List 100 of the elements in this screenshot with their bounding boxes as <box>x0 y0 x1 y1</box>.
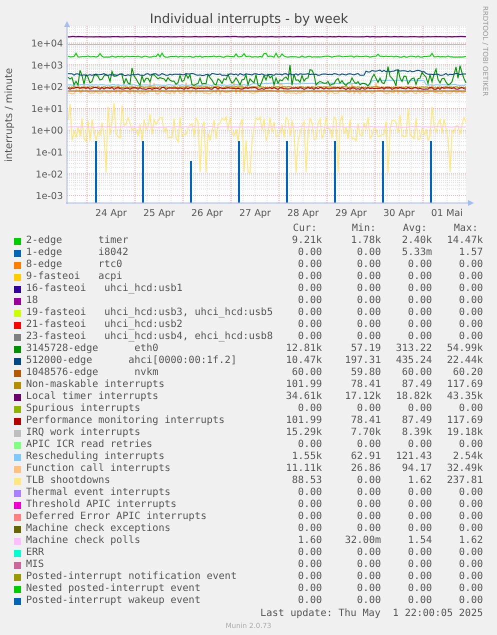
avg-value: 87.49 <box>400 415 432 427</box>
min-value: 0.00 <box>356 271 381 283</box>
cur-value: 0.00 <box>296 583 322 595</box>
cur-value: 0.00 <box>296 571 322 583</box>
series-name: Machine check exceptions <box>26 523 172 535</box>
tick-label: 1e+00 <box>31 126 63 137</box>
series-name: 3145728-edge eth0 <box>26 343 160 355</box>
min-value: 0.00 <box>356 439 381 451</box>
max-value: 0.00 <box>458 307 483 319</box>
cur-value: 0.00 <box>296 595 322 607</box>
min-value: 1.78k <box>350 235 381 247</box>
cur-value: 34.61k <box>284 391 322 403</box>
series-name: 23-fasteoi uhci_hcd:usb4, ehci_hcd:usb8 <box>26 331 274 343</box>
max-value: 0.00 <box>458 511 483 523</box>
cur-value: 0.00 <box>296 487 322 499</box>
min-value: 0.00 <box>356 295 381 307</box>
avg-value: 0.00 <box>406 499 432 511</box>
min-value: 17.12k <box>344 391 381 403</box>
min-value: 62.91 <box>350 451 381 463</box>
series-name: Posted-interrupt wakeup event <box>26 595 202 607</box>
series-name: Local timer interrupts <box>26 391 160 403</box>
min-value: 197.31 <box>344 355 381 367</box>
tick-label: 1e+01 <box>31 104 63 115</box>
series-name: Spurious interrupts <box>26 403 142 415</box>
max-value: 54.99k <box>446 343 483 355</box>
avg-value: 0.00 <box>406 295 432 307</box>
cur-value: 1.60 <box>296 535 322 547</box>
min-value: 0.00 <box>356 283 381 295</box>
cur-value: 0.00 <box>296 547 322 559</box>
cur-value: 88.53 <box>290 475 322 487</box>
axis-label: interrupts / minute <box>4 68 15 162</box>
max-value: 0.00 <box>458 523 483 535</box>
cur-value: 0.00 <box>296 511 322 523</box>
column-header: Avg: <box>402 223 428 235</box>
cur-value: 0.00 <box>296 403 322 415</box>
cur-value: 0.00 <box>296 259 322 271</box>
cur-value: 0.00 <box>296 319 322 331</box>
series-name: TLB shootdowns <box>26 475 112 487</box>
series-name: 1-edge i8042 <box>26 247 130 259</box>
cur-value: 15.29k <box>284 427 322 439</box>
avg-value: 2.40k <box>400 235 432 247</box>
series-name: Thermal event interrupts <box>26 487 172 499</box>
max-value: 0.00 <box>458 295 483 307</box>
max-value: 237.81 <box>446 475 483 487</box>
tick-label: 1e-02 <box>36 169 63 180</box>
max-value: 1.62 <box>458 535 483 547</box>
max-value: 0.00 <box>458 487 483 499</box>
tick-label: 25 Apr <box>143 208 175 219</box>
min-value: 7.70k <box>350 427 381 439</box>
series-name: 16-fasteoi uhci_hcd:usb1 <box>26 283 184 295</box>
series-name: IRQ work interrupts <box>26 427 142 439</box>
avg-value: 0.00 <box>406 331 432 343</box>
max-value: 32.49k <box>446 463 483 475</box>
max-value: 0.00 <box>458 319 483 331</box>
tick-label: 27 Apr <box>239 208 271 219</box>
tick-label: 1e-01 <box>36 148 63 158</box>
tick-label: 30 Apr <box>383 208 415 219</box>
cur-value: 0.00 <box>296 283 322 295</box>
series-name: Performance monitoring interrupts <box>26 415 226 427</box>
max-value: 0.00 <box>458 331 483 343</box>
avg-value: 94.17 <box>400 463 432 475</box>
min-value: 0.00 <box>356 547 381 559</box>
min-value: 0.00 <box>356 583 381 595</box>
min-value: 0.00 <box>356 595 381 607</box>
min-value: 0.00 <box>356 475 381 487</box>
series-name: Non-maskable interrupts <box>26 379 166 391</box>
avg-value: 0.00 <box>406 259 432 271</box>
column-header: Cur: <box>292 223 318 235</box>
series-name: Machine check polls <box>26 535 142 547</box>
series-name: Nested posted-interrupt event <box>26 583 202 595</box>
cur-value: 11.11k <box>284 463 322 475</box>
cur-value: 0.00 <box>296 247 322 259</box>
series-name: 1048576-edge nvkm <box>26 367 160 379</box>
tick-label: 28 Apr <box>287 208 319 219</box>
avg-value: 0.00 <box>406 547 432 559</box>
max-value: 43.35k <box>446 391 483 403</box>
min-value: 0.00 <box>356 403 381 415</box>
cur-value: 0.00 <box>296 523 322 535</box>
series-name: 21-fasteoi uhci_hcd:usb2 <box>26 319 184 331</box>
cur-value: 1.55k <box>290 451 322 463</box>
max-value: 0.00 <box>458 271 483 283</box>
min-value: 57.19 <box>350 343 381 355</box>
max-value: 14.47k <box>446 235 483 247</box>
series-name: 9-fasteoi acpi <box>26 271 124 283</box>
avg-value: 0.00 <box>406 439 432 451</box>
cur-value: 10.47k <box>284 355 322 367</box>
min-value: 26.86 <box>350 463 381 475</box>
cur-value: 0.00 <box>296 559 322 571</box>
avg-value: 0.00 <box>406 595 432 607</box>
min-value: 0.00 <box>356 571 381 583</box>
max-value: 0.00 <box>458 499 483 511</box>
max-value: 0.00 <box>458 595 483 607</box>
tick-label: 1e-03 <box>36 191 63 202</box>
series-name: 19-fasteoi uhci_hcd:usb3, uhci_hcd:usb5 <box>26 307 274 319</box>
series-name: ERR <box>26 547 46 559</box>
cur-value: 0.00 <box>296 331 322 343</box>
avg-value: 0.00 <box>406 523 432 535</box>
column-header: Min: <box>350 223 377 235</box>
column-header: Max: <box>452 223 479 235</box>
min-value: 32.00m <box>344 535 381 547</box>
